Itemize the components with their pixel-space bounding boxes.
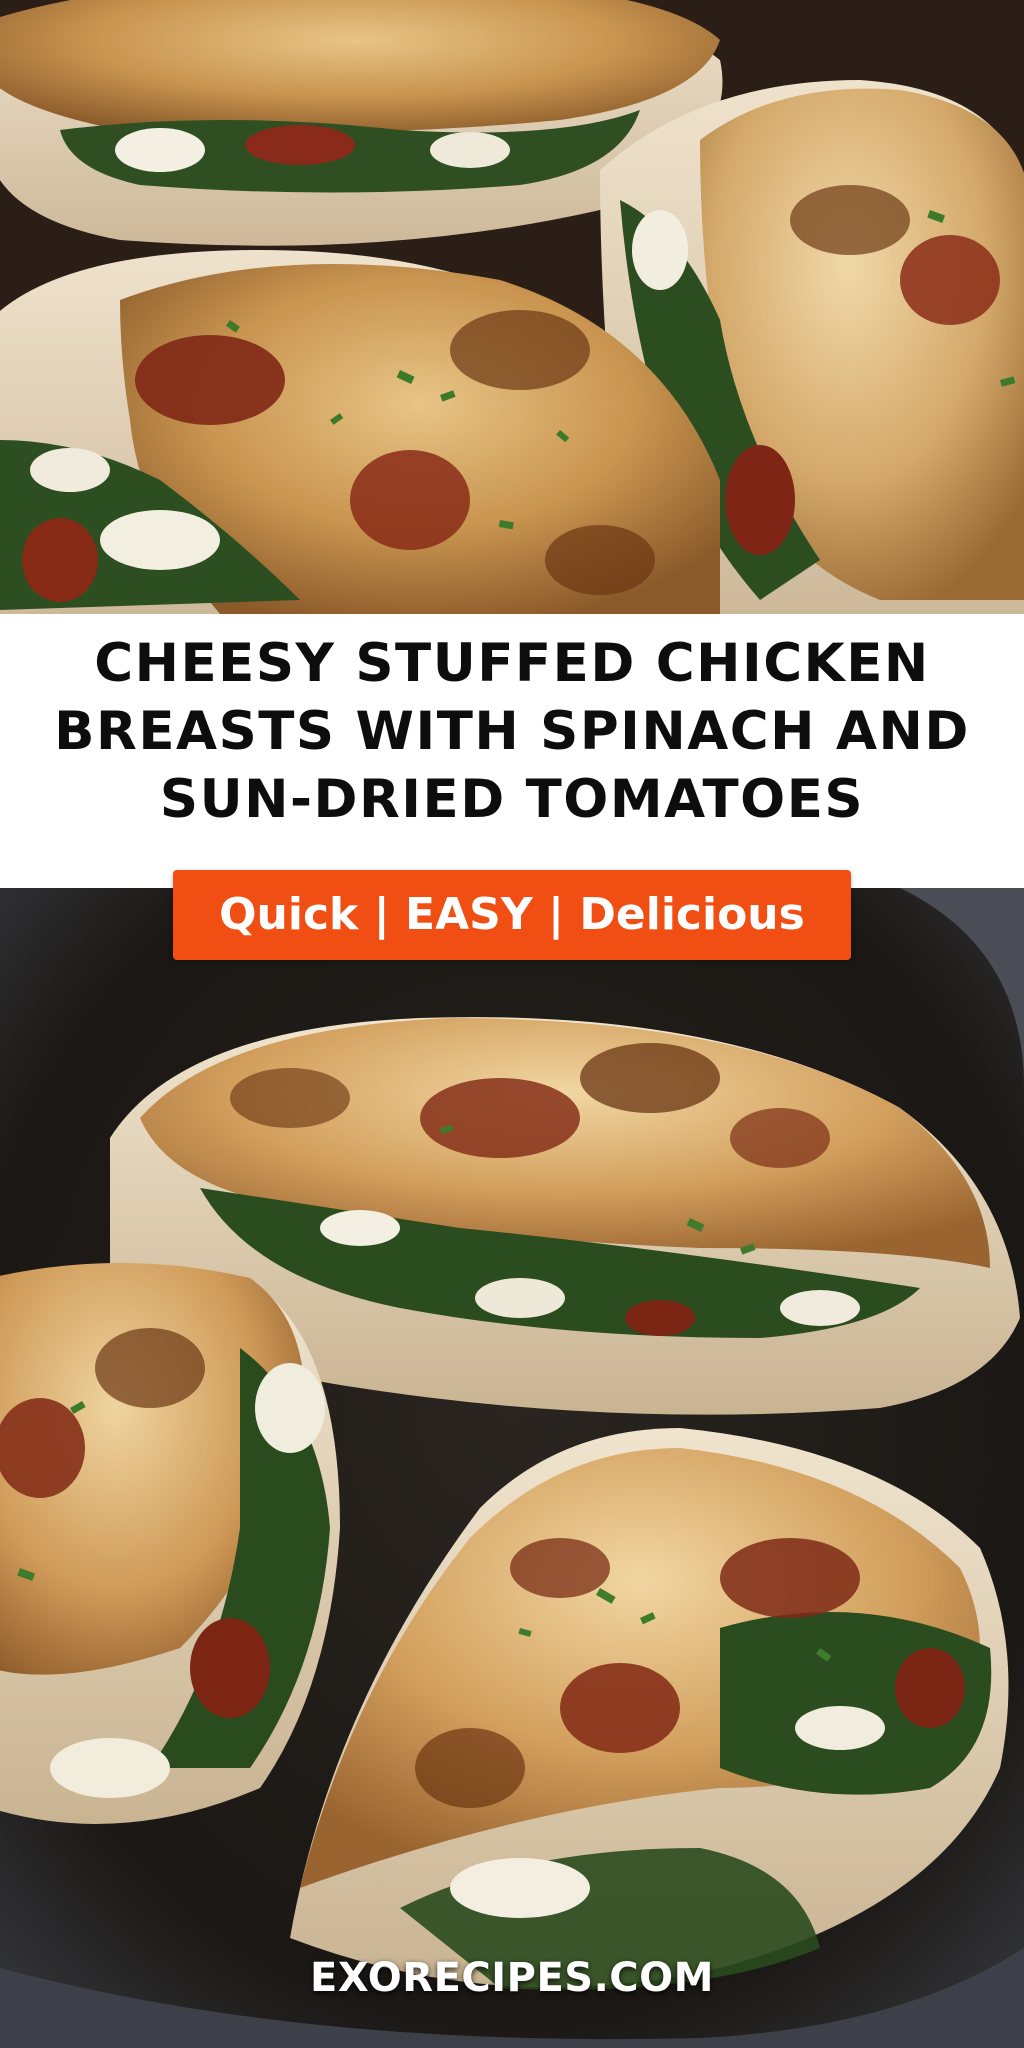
recipe-pin: CHEESY STUFFED CHICKEN BREASTS WITH SPIN…: [0, 0, 1024, 2048]
website-credit: EXORECIPES.COM: [310, 1955, 714, 2001]
recipe-title: CHEESY STUFFED CHICKEN BREASTS WITH SPIN…: [54, 633, 970, 830]
bottom-food-photo: [0, 888, 1024, 2048]
title-band: CHEESY STUFFED CHICKEN BREASTS WITH SPIN…: [0, 614, 1024, 888]
tagline-badge: Quick | EASY | Delicious: [173, 870, 851, 960]
top-food-photo: [0, 0, 1024, 614]
